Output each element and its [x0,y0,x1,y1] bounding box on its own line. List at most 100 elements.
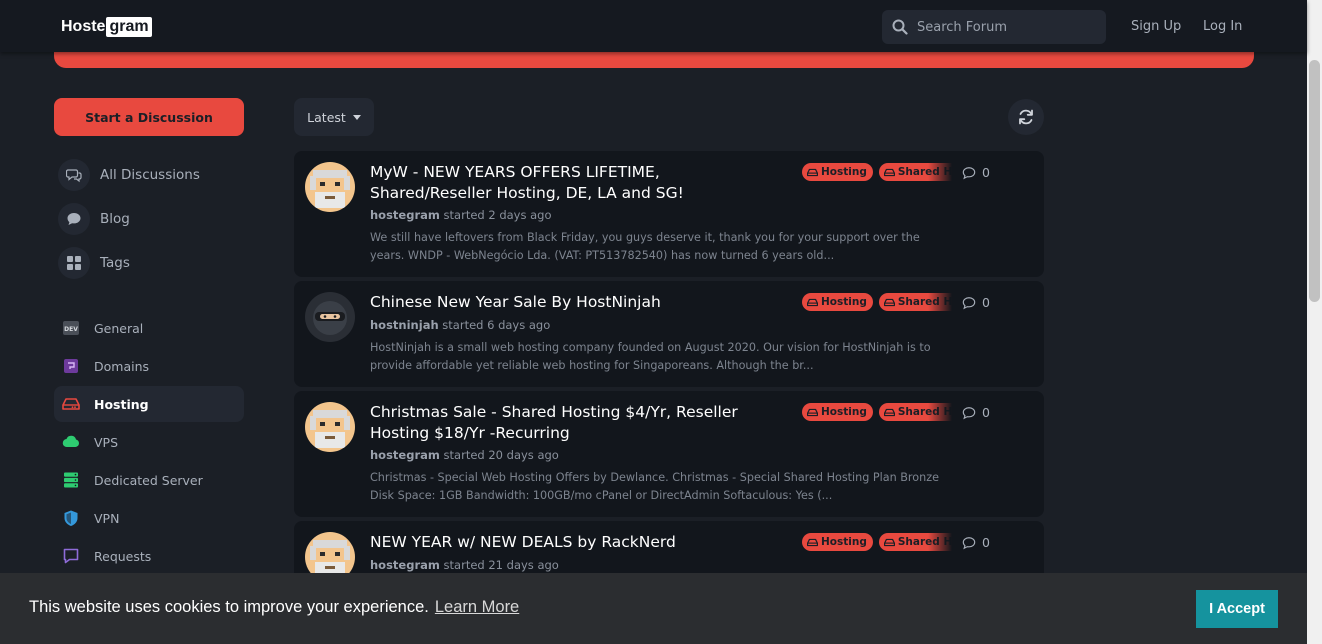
tag-domains[interactable]: Domains [54,348,244,384]
hosting-badge[interactable]: Hosting [802,533,873,551]
comments-icon [58,159,90,191]
message-icon [62,547,80,565]
comment-icon [962,296,976,309]
discussion-title[interactable]: Christmas Sale - Shared Hosting $4/Yr, R… [370,402,785,444]
sort-dropdown[interactable]: Latest [294,98,374,136]
shared-hosting-badge[interactable]: Shared Hosting [878,293,952,311]
shared-hosting-badge[interactable]: Shared Hosting [878,163,952,181]
login-link[interactable]: Log In [1203,19,1242,34]
shared-hosting-badge[interactable]: Shared Hosting [878,533,952,551]
top-header: Hostegram Sign Up Log In [0,0,1307,52]
discussion-title[interactable]: NEW YEAR w/ NEW DEALS by RackNerd [370,532,785,553]
shared-hosting-badge[interactable]: Shared Hosting [878,403,952,421]
hdd-icon [807,298,818,306]
nav-blog[interactable]: Blog [58,202,130,236]
tag-badges: Hosting Shared Hosting [802,163,952,181]
tag-label: General [94,320,144,336]
comment-icon [962,406,976,419]
learn-more-link[interactable]: Learn More [435,598,519,616]
badge-label: Hosting [821,406,867,418]
discussion-item[interactable]: Christmas Sale - Shared Hosting $4/Yr, R… [294,391,1044,517]
tag-badges: Hosting Shared Hosting [802,293,952,311]
badge-label: Shared Hosting [897,166,952,178]
author-name[interactable]: hostegram [370,558,440,572]
reply-count: 0 [962,165,990,180]
dev-icon: DEV [62,319,80,337]
domain-icon [62,357,80,375]
badge-label: Hosting [821,296,867,308]
avatar[interactable] [305,292,355,342]
comment-icon [962,536,976,549]
tag-label: Hosting [94,396,149,412]
tag-label: VPN [94,510,120,526]
nav-label: Blog [100,211,130,227]
nav-label: Tags [100,255,130,271]
cookie-text: This website uses cookies to improve you… [29,598,429,616]
tag-requests[interactable]: Requests [54,538,244,574]
sort-label: Latest [307,109,346,125]
discussion-excerpt: We still have leftovers from Black Frida… [370,231,920,262]
hdd-icon [62,395,80,413]
search-box[interactable] [882,10,1106,44]
hdd-icon [807,408,818,416]
tag-badges: Hosting Shared Hosting [802,403,952,421]
hdd-icon [807,168,818,176]
refresh-button[interactable] [1008,99,1044,135]
tag-vpn[interactable]: VPN [54,500,244,536]
badge-label: Hosting [821,166,867,178]
th-large-icon [58,247,90,279]
reply-count-value: 0 [982,535,990,550]
discussion-item[interactable]: MyW - NEW YEARS OFFERS LIFETIME, Shared/… [294,151,1044,277]
hdd-icon [883,298,895,306]
badge-label: Shared Hosting [897,296,952,308]
hosting-badge[interactable]: Hosting [802,163,873,181]
started-time: started 20 days ago [443,448,559,462]
discussion-item[interactable]: Chinese New Year Sale By HostNinjah Host… [294,281,1044,387]
search-icon [892,19,908,35]
badge-label: Hosting [821,536,867,548]
started-time: started 21 days ago [443,558,559,572]
avatar[interactable] [305,162,355,212]
nav-all-discussions[interactable]: All Discussions [58,158,200,192]
hdd-icon [883,538,895,546]
page-scrollbar[interactable] [1307,0,1322,644]
author-name[interactable]: hostegram [370,448,440,462]
tag-label: Requests [94,548,152,564]
tag-label: Dedicated Server [94,472,203,488]
discussion-meta: hostegram started 21 days ago [370,558,559,572]
hosting-badge[interactable]: Hosting [802,293,873,311]
started-time: started 6 days ago [442,318,551,332]
avatar[interactable] [305,402,355,452]
reply-count-value: 0 [982,405,990,420]
discussion-title[interactable]: Chinese New Year Sale By HostNinjah [370,292,785,313]
nav-tags[interactable]: Tags [58,246,130,280]
cookie-banner: This website uses cookies to improve you… [0,573,1307,644]
tag-label: VPS [94,434,119,450]
badge-label: Shared Hosting [897,406,952,418]
comment-icon [58,203,90,235]
signup-link[interactable]: Sign Up [1131,19,1181,34]
reply-count-value: 0 [982,295,990,310]
logo-text-left: Hoste [61,18,106,35]
tag-label: Domains [94,358,150,374]
discussion-title[interactable]: MyW - NEW YEARS OFFERS LIFETIME, Shared/… [370,162,785,204]
start-discussion-button[interactable]: Start a Discussion [54,98,244,136]
comment-icon [962,166,976,179]
author-name[interactable]: hostninjah [370,318,439,332]
logo-text-right: gram [106,17,152,37]
tag-vps[interactable]: VPS [54,424,244,460]
badge-label: Shared Hosting [897,536,952,548]
tag-badges: Hosting Shared Hosting [802,533,952,551]
accept-cookies-button[interactable]: I Accept [1196,590,1278,628]
search-input[interactable] [917,19,1097,35]
hosting-badge[interactable]: Hosting [802,403,873,421]
tag-dedicated-server[interactable]: Dedicated Server [54,462,244,498]
author-name[interactable]: hostegram [370,208,440,222]
reply-count-value: 0 [982,165,990,180]
tag-hosting[interactable]: Hosting [54,386,244,422]
cookie-message: This website uses cookies to improve you… [29,598,519,617]
site-logo[interactable]: Hoste gram [61,16,152,38]
tag-general[interactable]: DEV General [54,310,244,346]
scrollbar-thumb[interactable] [1309,60,1320,302]
server-icon [62,471,80,489]
